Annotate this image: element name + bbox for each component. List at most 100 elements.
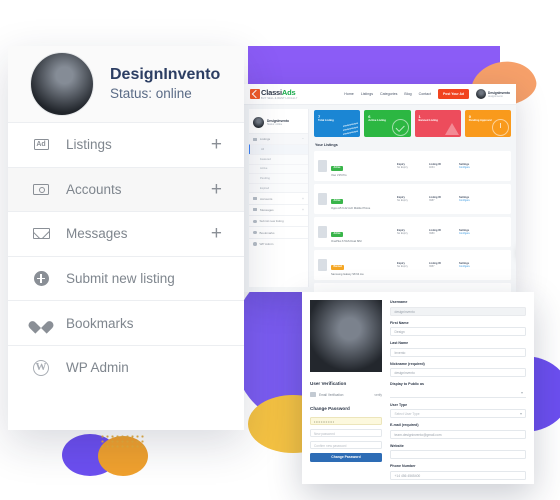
sidebar-item-accounts[interactable]: Accounts +	[8, 166, 244, 212]
sidebar-item-label: Listings	[66, 137, 112, 153]
plus-circle-icon	[253, 219, 257, 224]
dashboard-sidebar-item-accounts[interactable]: Accounts +	[249, 192, 308, 203]
listing-id: 3980	[429, 232, 435, 235]
field-label-first-name: First Name	[390, 320, 409, 325]
expand-icon[interactable]: +	[211, 224, 222, 243]
sidebar-item-listings[interactable]: Ad Listings +	[8, 122, 244, 167]
ad-badge-icon	[253, 137, 257, 141]
change-password-button[interactable]: Change Password	[310, 453, 382, 462]
verify-link[interactable]: verify	[374, 393, 382, 397]
configure-link[interactable]: Configure	[459, 199, 470, 202]
dashboard-sidebar-profile: DesignInvento Status: online	[249, 113, 308, 133]
listing-title: Oppo A5 6.22 inch Mobile Phone	[331, 207, 371, 211]
sidebar-item-label: Submit new listing	[66, 271, 175, 287]
dashboard-sidebar-sub-expired[interactable]: Expired	[249, 182, 308, 193]
logo-mark-icon	[250, 89, 260, 99]
nav-item-contact[interactable]: Contact	[419, 92, 431, 96]
listing-row[interactable]: Active Oppo A5 6.22 inch Mobile Phone Ex…	[314, 184, 511, 214]
confirm-password-field[interactable]: Confirm new password	[310, 441, 382, 449]
field-last-name[interactable]: Invento	[390, 347, 526, 357]
listing-thumbnail	[318, 160, 327, 172]
listing-thumbnail	[318, 226, 327, 238]
configure-link[interactable]: Configure	[459, 166, 470, 169]
field-display-public[interactable]	[390, 388, 526, 398]
profile-fields-column: Username designinvento First Name Design…	[390, 300, 526, 480]
current-password-field[interactable]: ••••••••••••	[310, 417, 382, 425]
dashboard-sidebar-sub-pending[interactable]: Pending	[249, 173, 308, 183]
field-label-phone: Phone Number	[390, 464, 416, 468]
layers-icon	[343, 119, 359, 137]
new-password-field[interactable]: New password	[310, 429, 382, 437]
profile-left-column: User Verification Email Verification ver…	[310, 300, 382, 476]
listing-title: OnePlus 6 5GS Dual SIM	[331, 240, 362, 244]
listing-thumbnail	[318, 193, 327, 205]
listing-row[interactable]: Banned Samsung Galaxy S8 64 Lte Expiry No…	[314, 250, 511, 280]
nav-item-blog[interactable]: Blog	[404, 92, 411, 96]
nav-item-home[interactable]: Home	[344, 92, 354, 96]
wordpress-icon: W	[30, 359, 52, 376]
field-first-name[interactable]: Design	[390, 327, 526, 336]
stat-card-pending-approval[interactable]: 0 Pending Approval	[464, 110, 511, 137]
dashboard-sidebar-item-submit[interactable]: Submit new listing	[249, 215, 308, 226]
classiads-logo[interactable]: ClassiAds BUY SELL & RENT LOCALLY	[250, 88, 298, 100]
configure-link[interactable]: Configure	[459, 265, 470, 268]
sidebar-item-label: Messages	[66, 226, 128, 242]
field-user-type[interactable]: Select User Type	[390, 409, 526, 418]
stat-card-active-listing[interactable]: 6 Active Listing	[364, 110, 411, 137]
dashboard-sidebar-item-wpadmin[interactable]: WP Admin	[249, 237, 308, 249]
dashboard-sidebar-item-listings[interactable]: Listings −	[249, 133, 308, 145]
stat-card-banned-listing[interactable]: 1 Banned Listing	[414, 110, 461, 137]
sidebar-item-bookmarks[interactable]: Bookmarks	[8, 300, 244, 345]
listing-row[interactable]: Active Samsung Galaxy S8 64 Lte ExpiryNo…	[314, 283, 511, 292]
dashboard-header: ClassiAds BUY SELL & RENT LOCALLY Home L…	[244, 84, 516, 105]
nav-item-categories[interactable]: Categories	[380, 92, 397, 96]
dashboard-sidebar-item-messages[interactable]: Messages +	[249, 203, 308, 215]
profile-photo	[310, 300, 382, 372]
dashboard-sidebar-status: Status: online	[267, 122, 283, 126]
listing-id: 4034	[429, 166, 435, 169]
listing-title: Samsung Galaxy S8 64 Lte	[331, 273, 364, 277]
your-listings-title: Your Listings	[315, 143, 338, 147]
dashboard-sidebar-sub-active[interactable]: Active	[249, 163, 308, 174]
dashboard-nav: Home Listings Categories Blog Contact Po…	[344, 89, 510, 99]
expand-icon[interactable]: +	[211, 135, 222, 154]
sidebar-item-wp-admin[interactable]: W WP Admin	[8, 344, 244, 390]
nav-user-menu[interactable]: DesignInvento designinvento	[476, 89, 510, 99]
dashboard-sidebar-sub-all[interactable]: All	[249, 144, 308, 154]
sidebar-item-submit-new-listing[interactable]: Submit new listing	[8, 255, 244, 301]
listing-id: 3987	[429, 199, 435, 202]
stat-label: Banned Listing	[418, 119, 438, 122]
dashboard-sidebar-label: WP Admin	[259, 242, 274, 247]
user-verification-title: User Verification	[310, 381, 347, 386]
listing-row[interactable]: Active Vivo V15 Pro Expiry No Expiry List…	[314, 151, 511, 181]
field-nickname[interactable]: designinvento	[390, 368, 526, 377]
dashboard-sidebar-item-bookmarks[interactable]: Bookmarks	[249, 226, 308, 237]
listing-row[interactable]: Active OnePlus 6 5GS Dual SIM Expiry No E…	[314, 217, 511, 247]
listing-expiry: No Expiry	[397, 166, 408, 169]
status-badge: Active	[331, 198, 343, 204]
dashboard-sidebar-label: Submit new listing	[259, 219, 284, 224]
field-website[interactable]	[390, 450, 526, 459]
field-username: designinvento	[390, 306, 526, 316]
collapse-icon[interactable]: −	[302, 137, 304, 141]
expand-icon[interactable]: +	[211, 180, 222, 199]
expand-icon[interactable]: +	[302, 197, 304, 201]
nav-avatar-icon	[476, 89, 487, 99]
nav-item-listings[interactable]: Listings	[361, 92, 373, 96]
status-badge: Status: online	[110, 86, 192, 101]
configure-link[interactable]: Configure	[459, 232, 470, 235]
sidebar-item-messages[interactable]: Messages +	[8, 211, 244, 256]
envelope-icon	[253, 208, 257, 212]
post-your-ad-button[interactable]: Post Your Ad	[437, 89, 470, 99]
envelope-icon	[30, 228, 52, 240]
stat-card-total-listing[interactable]: 7 Total Listing	[314, 110, 361, 137]
dotted-pattern-bottom	[100, 434, 146, 448]
field-label-username: Username	[390, 300, 408, 304]
field-email[interactable]: team.designinvento@gmail.com	[390, 429, 526, 439]
dashboard-sidebar-sub-featured[interactable]: Featured	[249, 153, 308, 164]
sidebar-item-label: Bookmarks	[66, 315, 134, 331]
expand-icon[interactable]: +	[302, 208, 304, 212]
heart-icon	[30, 316, 52, 330]
banknote-icon	[253, 197, 257, 201]
field-phone[interactable]: +14 456 4565400	[390, 470, 526, 480]
